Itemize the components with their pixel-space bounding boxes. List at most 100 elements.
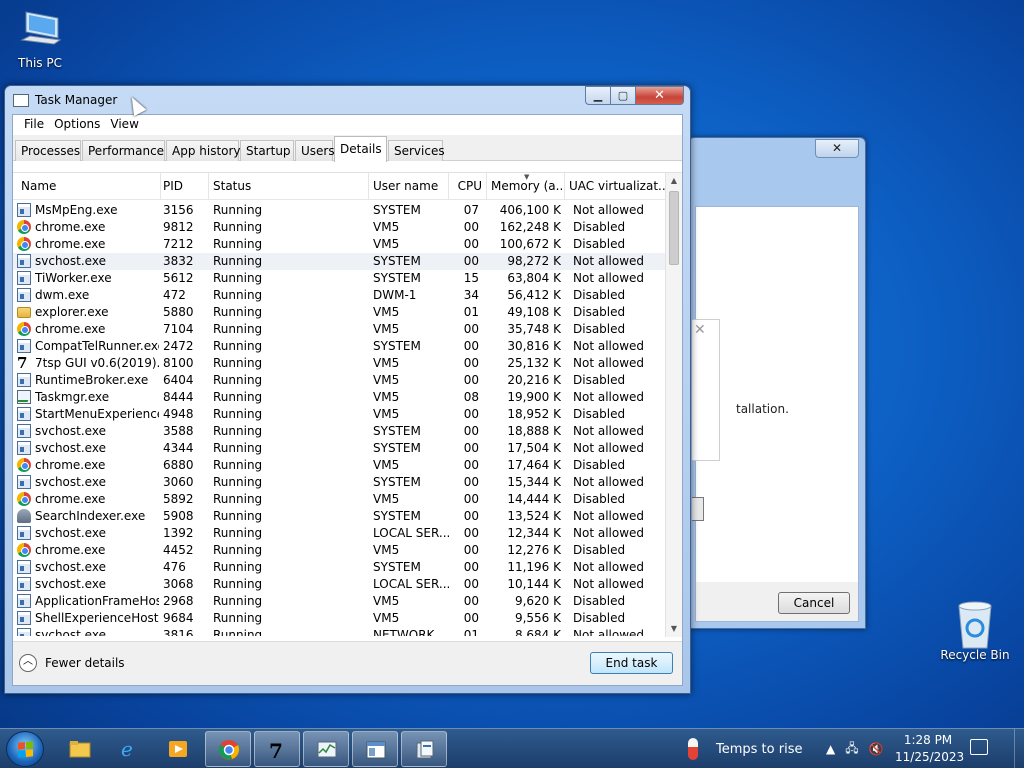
process-uac: Disabled xyxy=(573,288,626,302)
column-header-pid[interactable]: PID xyxy=(159,173,209,200)
taskbar-file-explorer[interactable] xyxy=(57,731,103,767)
table-row[interactable]: ShellExperienceHost.... 9684 Running VM5 00 9… xyxy=(13,610,669,627)
taskbar-media-player[interactable] xyxy=(155,731,201,767)
service-icon xyxy=(17,407,31,421)
process-cpu: 00 xyxy=(463,254,479,268)
process-uac: Not allowed xyxy=(573,271,645,285)
tab-startup[interactable]: Startup xyxy=(240,140,294,161)
minimize-button[interactable]: ▁ xyxy=(585,86,611,105)
table-row[interactable]: 7 7tsp GUI v0.6(2019).exe 8100 Running VM5 00… xyxy=(13,355,669,372)
table-row[interactable]: chrome.exe 4452 Running VM5 00 12,276 K Disabl… xyxy=(13,542,669,559)
column-header-uac[interactable]: UAC virtualizat... xyxy=(565,173,669,200)
fewer-details-toggle[interactable]: ︿ Fewer details xyxy=(19,654,125,672)
table-row[interactable]: chrome.exe 9812 Running VM5 00 162,248 K Disab… xyxy=(13,219,669,236)
table-row[interactable]: ApplicationFrameHos... 2968 Running VM5 00 9,… xyxy=(13,593,669,610)
tab-processes[interactable]: Processes xyxy=(15,140,81,161)
table-row[interactable]: Taskmgr.exe 8444 Running VM5 08 19,900 K Not a… xyxy=(13,389,669,406)
process-pid: 6880 xyxy=(163,458,194,472)
start-button[interactable] xyxy=(6,731,44,767)
column-header-user-name[interactable]: User name xyxy=(369,173,449,200)
scroll-down-icon[interactable]: ▼ xyxy=(666,621,682,637)
file-explorer-icon xyxy=(69,741,91,758)
maximize-button[interactable]: ▢ xyxy=(611,86,636,105)
bg-dialog-close-button[interactable]: ✕ xyxy=(815,139,859,158)
task-manager-window: Task Manager ▁ ▢ ✕ File Options View Pro… xyxy=(4,85,691,694)
tab-details[interactable]: Details xyxy=(334,136,387,162)
table-row[interactable]: svchost.exe 3060 Running SYSTEM 00 15,344 K No… xyxy=(13,474,669,491)
cancel-button[interactable]: Cancel xyxy=(778,592,850,614)
table-row[interactable]: svchost.exe 3816 Running NETWORK ... 01 8,684… xyxy=(13,627,669,636)
process-name: chrome.exe xyxy=(35,458,106,472)
table-row[interactable]: SearchIndexer.exe 5908 Running SYSTEM 00 13,5… xyxy=(13,508,669,525)
table-row[interactable]: svchost.exe 476 Running SYSTEM 00 11,196 K Not… xyxy=(13,559,669,576)
table-row[interactable]: svchost.exe 3588 Running SYSTEM 00 18,888 K No… xyxy=(13,423,669,440)
table-row[interactable]: chrome.exe 5892 Running VM5 00 14,444 K Disabl… xyxy=(13,491,669,508)
process-name: StartMenuExperience... xyxy=(35,407,159,421)
table-row[interactable]: svchost.exe 4344 Running SYSTEM 00 17,504 K No… xyxy=(13,440,669,457)
recycle-bin-desktop-icon[interactable]: Recycle Bin xyxy=(937,600,1013,662)
weather-widget[interactable]: Temps to rise xyxy=(688,735,802,763)
end-task-button[interactable]: End task xyxy=(590,652,673,674)
table-row[interactable]: svchost.exe 1392 Running LOCAL SER... 00 12,3… xyxy=(13,525,669,542)
process-status: Running xyxy=(213,339,263,353)
taskbar-task-manager[interactable] xyxy=(303,731,349,767)
bg-subpanel-button[interactable] xyxy=(692,497,704,521)
taskbar-chrome[interactable] xyxy=(205,731,251,767)
volume-muted-icon[interactable]: 🔇 xyxy=(869,742,884,756)
clock[interactable]: 1:28 PM 11/25/2023 xyxy=(895,732,964,766)
process-name: ShellExperienceHost.... xyxy=(35,611,159,625)
notifications-icon[interactable] xyxy=(970,739,988,755)
column-header-status[interactable]: Status xyxy=(209,173,369,200)
footer-bar: ︿ Fewer details End task xyxy=(13,641,682,685)
bg-dialog-body: ✕ tallation. Cancel xyxy=(692,206,859,622)
table-row[interactable]: chrome.exe 6880 Running VM5 00 17,464 K Disabl… xyxy=(13,457,669,474)
tab-performance[interactable]: Performance xyxy=(82,140,165,161)
show-desktop-button[interactable] xyxy=(1014,729,1024,768)
table-row[interactable]: explorer.exe 5880 Running VM5 01 49,108 K Disa… xyxy=(13,304,669,321)
taskbar-7tsp[interactable]: 7 xyxy=(254,731,300,767)
table-row[interactable]: MsMpEng.exe 3156 Running SYSTEM 07 406,100 K N… xyxy=(13,202,669,219)
process-pid: 3832 xyxy=(163,254,194,268)
title-bar[interactable]: Task Manager ▁ ▢ ✕ xyxy=(5,86,690,114)
process-status: Running xyxy=(213,322,263,336)
table-row[interactable]: StartMenuExperience... 4948 Running VM5 00 18… xyxy=(13,406,669,423)
subpanel-close-icon[interactable]: ✕ xyxy=(694,322,706,338)
table-row[interactable]: chrome.exe 7212 Running VM5 00 100,672 K Disab… xyxy=(13,236,669,253)
table-row[interactable]: RuntimeBroker.exe 6404 Running VM5 00 20,216 … xyxy=(13,372,669,389)
menu-file[interactable]: File xyxy=(19,115,49,135)
process-pid: 3068 xyxy=(163,577,194,591)
table-row[interactable]: svchost.exe 3832 Running SYSTEM 00 98,272 K No… xyxy=(13,253,669,270)
taskbar-window-app[interactable] xyxy=(352,731,398,767)
menu-options[interactable]: Options xyxy=(49,115,105,135)
network-icon[interactable]: 🖧 xyxy=(845,739,858,760)
tab-users[interactable]: Users xyxy=(295,140,335,161)
taskbar-internet-explorer[interactable]: e xyxy=(106,731,152,767)
this-pc-desktop-icon[interactable]: This PC xyxy=(2,8,78,70)
process-name: CompatTelRunner.exe xyxy=(35,339,159,353)
tab-app-history[interactable]: App history xyxy=(166,140,241,161)
process-pid: 5612 xyxy=(163,271,194,285)
tab-services[interactable]: Services xyxy=(388,140,445,161)
close-button[interactable]: ✕ xyxy=(636,86,684,105)
process-pid: 4452 xyxy=(163,543,194,557)
process-uac: Not allowed xyxy=(573,339,645,353)
scroll-up-icon[interactable]: ▲ xyxy=(666,173,682,189)
column-header-name[interactable]: Name xyxy=(17,173,161,200)
column-header-cpu[interactable]: CPU xyxy=(449,173,487,200)
scroll-thumb[interactable] xyxy=(669,191,679,265)
process-status: Running xyxy=(213,356,263,370)
menu-view[interactable]: View xyxy=(105,115,143,135)
table-row[interactable]: CompatTelRunner.exe 2472 Running SYSTEM 00 30… xyxy=(13,338,669,355)
taskbar-installer[interactable] xyxy=(401,731,447,767)
process-status: Running xyxy=(213,543,263,557)
table-row[interactable]: TiWorker.exe 5612 Running SYSTEM 15 63,804 K N… xyxy=(13,270,669,287)
show-hidden-icons-icon[interactable]: ▲ xyxy=(826,742,835,756)
process-uac: Disabled xyxy=(573,611,626,625)
process-memory: 8,684 K xyxy=(514,628,561,636)
vertical-scrollbar[interactable]: ▲ ▼ xyxy=(665,173,682,637)
table-row[interactable]: chrome.exe 7104 Running VM5 00 35,748 K Disabl… xyxy=(13,321,669,338)
table-row[interactable]: svchost.exe 3068 Running LOCAL SER... 00 10,1… xyxy=(13,576,669,593)
process-cpu: 00 xyxy=(463,577,479,591)
service-icon xyxy=(17,475,31,489)
table-row[interactable]: dwm.exe 472 Running DWM-1 34 56,412 K Disabled xyxy=(13,287,669,304)
